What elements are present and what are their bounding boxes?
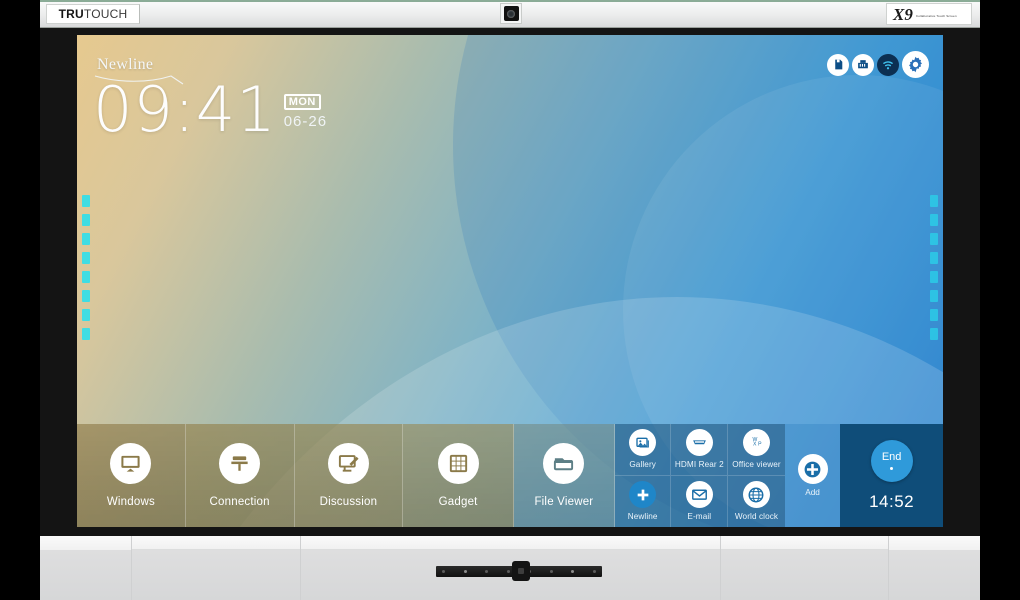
svg-text:X: X (753, 442, 757, 448)
top-bezel: TRU TOUCH X9 Collaborative Touch Screen (40, 0, 980, 28)
model-badge: X9 Collaborative Touch Screen (886, 3, 972, 25)
app-shortcut-grid: Gallery HDMI Rear 2 WXP Office viewer Ne… (614, 424, 785, 528)
clock-date: 06-26 (283, 113, 328, 130)
newline-app-icon (629, 481, 657, 509)
app-email[interactable]: E-mail (671, 475, 729, 527)
world-clock-icon (742, 481, 770, 509)
stand-top-edge (40, 536, 980, 550)
app-label: World clock (734, 512, 779, 522)
settings-gear-icon[interactable] (902, 51, 929, 78)
app-world-clock[interactable]: World clock (728, 476, 785, 528)
add-app-label: Add (805, 488, 820, 497)
home-screen: Newline 09:41 MON 06-26 Windows Connecti… (77, 35, 943, 527)
end-session-button[interactable]: End (870, 439, 913, 482)
gallery-icon (629, 429, 657, 457)
taskbar-tile-file-viewer[interactable]: File Viewer (513, 424, 615, 527)
model-subtitle: Collaborative Touch Screen (915, 14, 957, 18)
app-label: Newline (627, 512, 658, 522)
end-session-label: End (881, 450, 902, 463)
taskbar-tile-label: Windows (106, 496, 155, 508)
session-end-panel: End 14:52 (840, 424, 943, 527)
office-wxp-icon: WXP (742, 429, 770, 457)
brand-logo: TRU TOUCH (46, 4, 140, 24)
svg-text:P: P (758, 442, 762, 448)
home-button[interactable] (512, 561, 530, 581)
bottom-stand (40, 536, 980, 600)
app-newline[interactable]: Newline (615, 475, 672, 527)
brand-name-prefix: TRU (58, 7, 84, 21)
side-handle-left[interactable] (82, 195, 90, 340)
stand-seam (300, 536, 301, 600)
display-panel: Newline 09:41 MON 06-26 Windows Connecti… (77, 35, 943, 527)
app-label: Office viewer (732, 460, 781, 470)
taskbar-tile-label: Discussion (319, 496, 378, 508)
taskbar-tile-label: File Viewer (534, 496, 594, 508)
taskbar-tile-gadget[interactable]: Gadget (403, 424, 514, 527)
model-name: X9 (893, 4, 913, 24)
app-label: E-mail (687, 512, 712, 522)
taskbar-tile-connection[interactable]: Connection (185, 424, 295, 527)
left-margin (0, 0, 40, 600)
taskbar-tile-windows[interactable]: Windows (77, 424, 186, 527)
camera-icon (500, 3, 522, 24)
status-icon-tray (827, 51, 929, 78)
app-office-viewer[interactable]: WXP Office viewer (728, 424, 785, 476)
newline-logo-text: Newline (97, 56, 154, 73)
taskbar-tile-label: Gadget (438, 496, 478, 508)
taskbar-tile-label: Connection (209, 496, 270, 508)
monitor-icon (110, 443, 152, 484)
stand-seam (720, 536, 721, 600)
display-bezel: Newline 09:41 MON 06-26 Windows Connecti… (40, 28, 980, 536)
usb-storage-icon[interactable] (827, 53, 849, 76)
app-label: HDMI Rear 2 (674, 460, 724, 470)
right-margin (980, 0, 1020, 600)
clock-widget[interactable]: 09:41 MON 06-26 (93, 79, 327, 141)
brand-name-suffix: TOUCH (83, 7, 128, 21)
session-timer: 14:52 (869, 491, 915, 511)
end-session-dot (890, 466, 894, 470)
ethernet-icon[interactable] (852, 53, 874, 76)
device-photo: TRUTOUCH X9 Collaborative Touch Screen (0, 0, 1020, 600)
bottom-left-margin (0, 536, 40, 600)
newline-logo: Newline (94, 56, 187, 85)
add-app-button[interactable]: Add (784, 424, 841, 527)
grid-apps-icon (437, 443, 479, 484)
hdmi-input-icon (685, 429, 713, 457)
folder-icon (543, 443, 585, 484)
clock-date-block: MON 06-26 (283, 92, 328, 130)
clock-day-of-week: MON (283, 94, 321, 110)
envelope-icon (685, 481, 713, 509)
whiteboard-pen-icon (327, 443, 369, 484)
app-gallery[interactable]: Gallery (614, 424, 672, 476)
wifi-icon[interactable] (877, 53, 899, 76)
side-handle-right[interactable] (930, 195, 938, 340)
taskbar-tile-discussion[interactable]: Discussion (294, 424, 404, 527)
app-label: Gallery (629, 460, 656, 470)
bezel-accent-stripe (40, 0, 980, 2)
app-hdmi-rear-2[interactable]: HDMI Rear 2 (671, 424, 729, 476)
stand-left-segment (40, 536, 132, 600)
clock-time: 09:41 (93, 73, 277, 146)
stand-right-segment (888, 536, 980, 600)
connector-icon (219, 443, 261, 484)
plus-icon (797, 454, 828, 484)
taskbar: Windows Connection Discussion Gadget Fil… (77, 424, 943, 527)
